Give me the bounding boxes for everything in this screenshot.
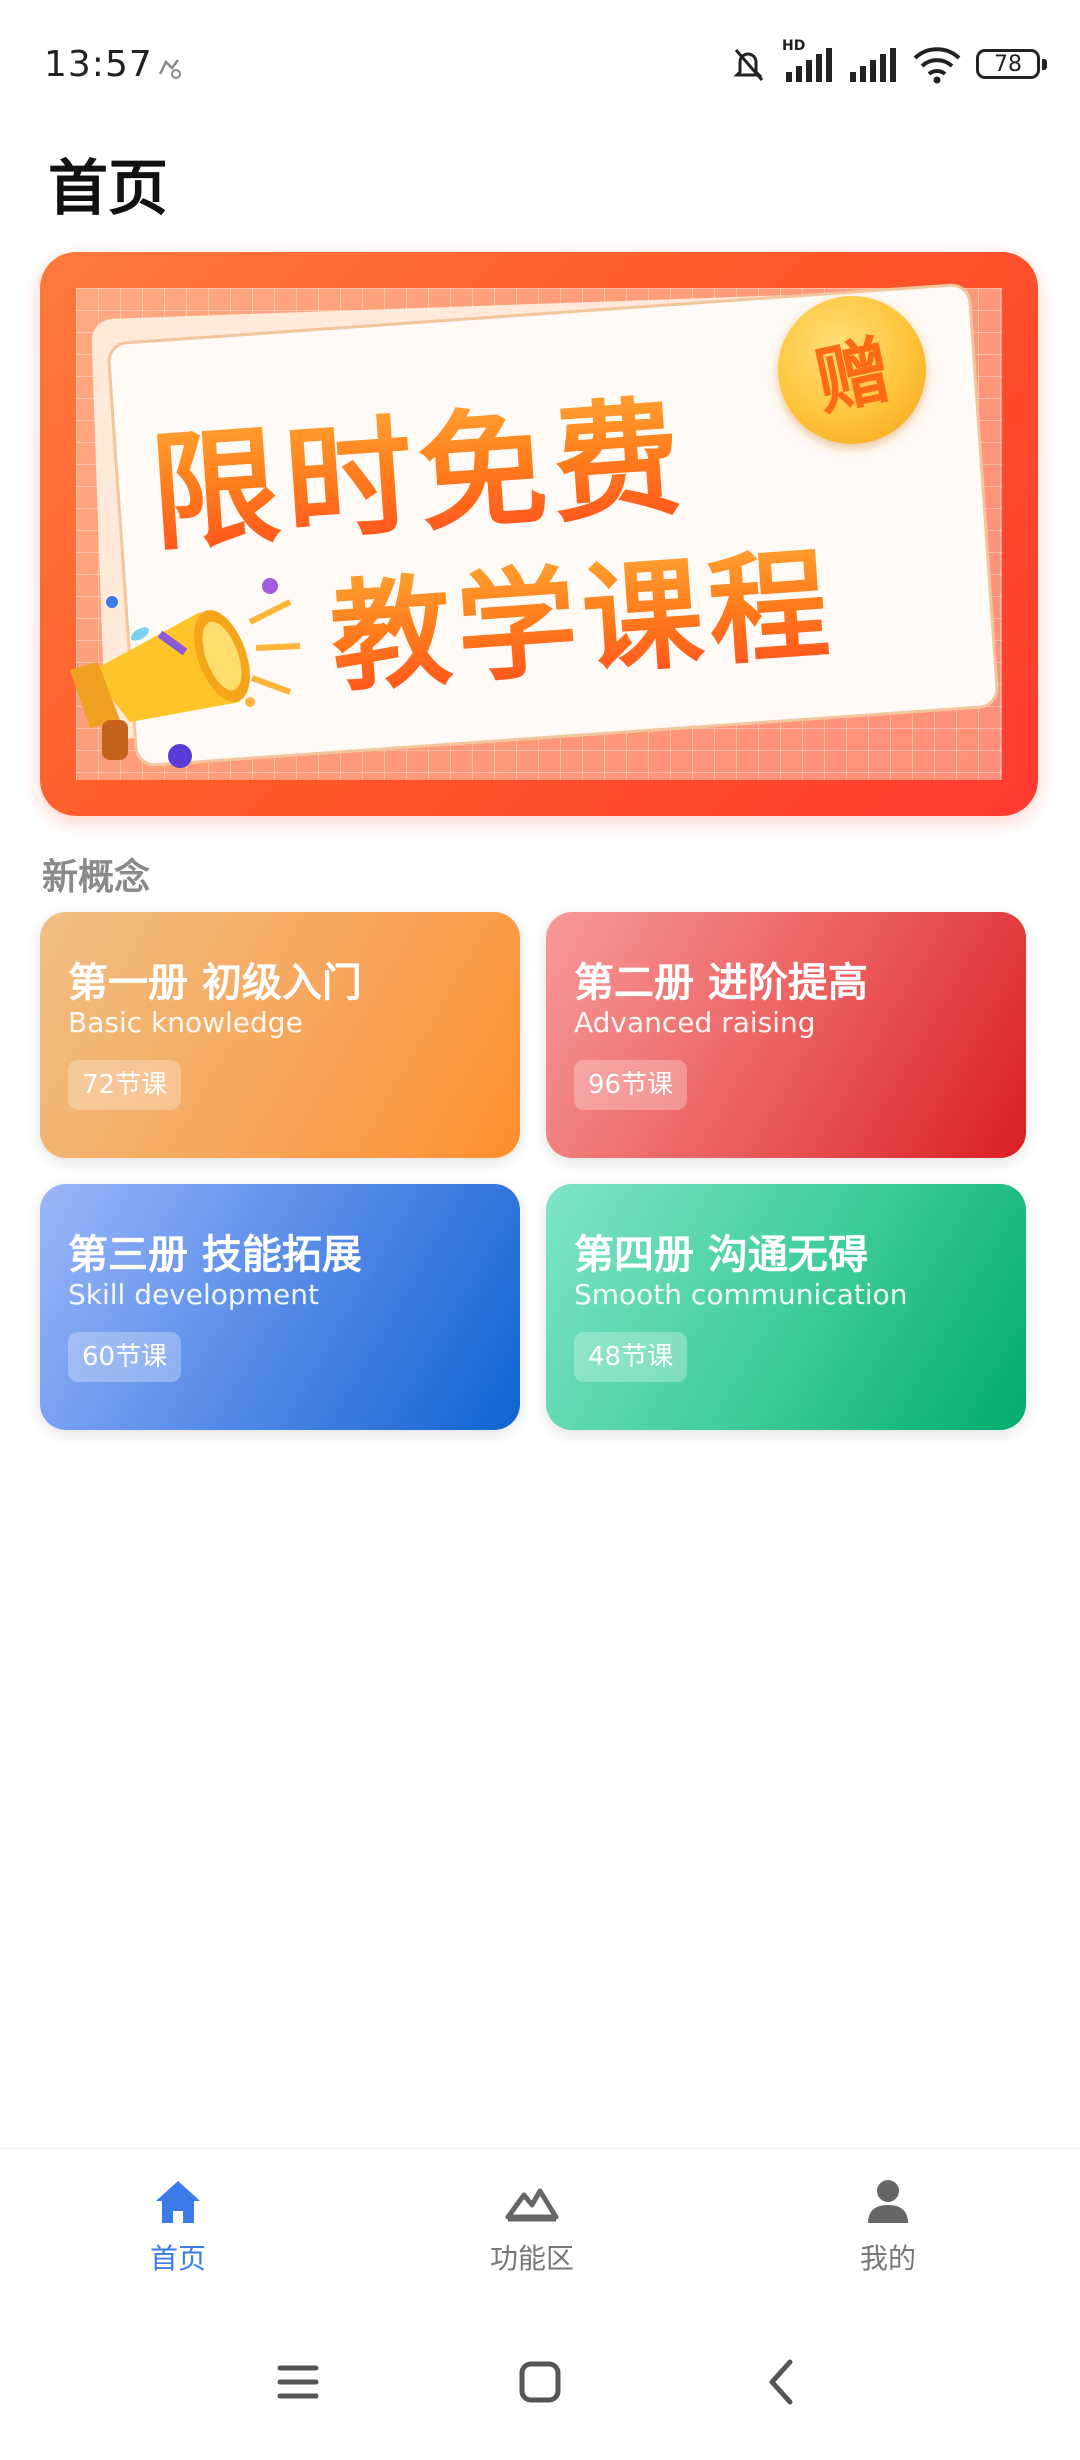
nav-label: 首页 xyxy=(149,2242,206,2275)
lesson-count-badge: 72节课 xyxy=(68,1060,182,1110)
signal-hd-icon: HD xyxy=(782,38,834,84)
book-card-2[interactable]: 第二册 进阶提高 Advanced raising 96节课 xyxy=(546,912,1026,1158)
megaphone-icon xyxy=(70,578,301,768)
promo-banner[interactable]: 限时免费 教学课程 赠 xyxy=(40,252,1038,816)
home-icon xyxy=(156,2181,200,2223)
book-subtitle: Basic knowledge xyxy=(68,1006,303,1039)
nav-item-functions[interactable]: 功能区 xyxy=(432,2173,632,2277)
back-chevron-icon[interactable] xyxy=(752,2352,812,2412)
lesson-count-badge: 60节课 xyxy=(68,1332,182,1382)
book-title: 第一册 初级入门 xyxy=(68,960,362,1006)
status-bar: 13:57 HD 78 xyxy=(0,0,1080,140)
lesson-count-badge: 96节课 xyxy=(574,1060,688,1110)
battery-level: 78 xyxy=(994,51,1022,77)
nav-item-home[interactable]: 首页 xyxy=(78,2173,278,2277)
book-card-1[interactable]: 第一册 初级入门 Basic knowledge 72节课 xyxy=(40,912,520,1158)
hd-label: HD xyxy=(782,38,806,54)
lesson-count-badge: 48节课 xyxy=(574,1332,688,1382)
mute-bell-icon xyxy=(733,49,764,81)
book-subtitle: Skill development xyxy=(68,1278,319,1311)
nav-item-mine[interactable]: 我的 xyxy=(788,2173,988,2277)
status-time: 13:57 xyxy=(44,44,153,85)
book-title: 第三册 技能拓展 xyxy=(68,1232,362,1278)
signal-icon xyxy=(850,48,896,82)
battery-icon: 78 xyxy=(976,49,1047,79)
book-card-4[interactable]: 第四册 沟通无碍 Smooth communication 48节课 xyxy=(546,1184,1026,1430)
bottom-nav: 首页 功能区 我的 xyxy=(0,2148,1080,2299)
book-card-3[interactable]: 第三册 技能拓展 Skill development 60节课 xyxy=(40,1184,520,1430)
system-nav-bar xyxy=(0,2300,1080,2460)
gift-badge: 赠 xyxy=(778,296,926,444)
nav-label: 功能区 xyxy=(489,2242,574,2275)
banner-subheadline: 教学课程 xyxy=(325,507,840,716)
book-subtitle: Advanced raising xyxy=(574,1006,816,1039)
gift-badge-text: 赠 xyxy=(808,326,899,427)
wifi-icon xyxy=(913,47,961,84)
mountain-icon xyxy=(505,2188,559,2222)
status-icons: HD 78 xyxy=(728,38,1047,86)
page-title: 首页 xyxy=(48,154,168,224)
person-icon xyxy=(868,2180,908,2223)
book-subtitle: Smooth communication xyxy=(574,1278,908,1311)
section-title: 新概念 xyxy=(42,857,151,898)
book-title: 第四册 沟通无碍 xyxy=(574,1232,868,1278)
nav-label: 我的 xyxy=(859,2242,916,2275)
home-square-icon[interactable] xyxy=(510,2352,570,2412)
book-title: 第二册 进阶提高 xyxy=(574,960,868,1006)
notification-app-icon xyxy=(158,59,181,79)
menu-icon[interactable] xyxy=(268,2352,328,2412)
